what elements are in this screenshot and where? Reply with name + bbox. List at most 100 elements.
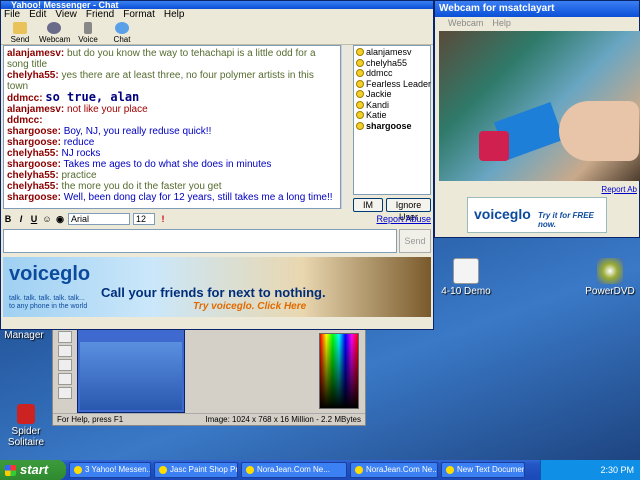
- bold-button[interactable]: B: [3, 214, 13, 224]
- webcam-window: Webcam for msatclayart Webcam Help Repor…: [434, 0, 640, 238]
- message-sender[interactable]: alanjamesv:: [7, 48, 64, 59]
- smiley-icon: [356, 111, 364, 120]
- chat-message-log[interactable]: alanjamesv: but do you know the way to t…: [3, 45, 341, 209]
- smiley-icon: [356, 48, 364, 57]
- task-app-icon: [446, 466, 454, 474]
- message-text: the more you do it the faster you get: [61, 181, 222, 192]
- webcam-menubar: Webcam Help: [435, 17, 639, 29]
- psp-image-window[interactable]: [77, 329, 185, 413]
- document-icon: [453, 258, 479, 284]
- task-app-icon: [246, 466, 254, 474]
- menu-file[interactable]: File: [4, 9, 20, 21]
- color-palette[interactable]: [319, 333, 359, 409]
- desktop-icon-demo[interactable]: 4-10 Demo: [434, 258, 498, 297]
- taskbar-task-button[interactable]: New Text Documen...: [441, 462, 525, 478]
- warning-icon[interactable]: !: [158, 214, 168, 224]
- menu-help[interactable]: Help: [164, 9, 185, 21]
- message-sender[interactable]: ddmcc:: [7, 93, 43, 104]
- message-text: Boy, NJ, you really reduse quick!!: [63, 126, 212, 137]
- webcam-ad-banner[interactable]: voiceglo Try it for FREE now.: [467, 197, 607, 233]
- underline-button[interactable]: U: [29, 214, 39, 224]
- send-file-button[interactable]: Send File: [5, 21, 35, 53]
- emoticon-button[interactable]: ☺: [42, 214, 52, 224]
- message-scrollbar[interactable]: [341, 45, 350, 209]
- chat-user-item[interactable]: alanjamesv: [356, 47, 428, 58]
- voiceglo-ad-banner[interactable]: voiceglo talk. talk. talk. talk. talk...…: [3, 257, 431, 317]
- ignore-user-button[interactable]: Ignore User: [386, 198, 431, 222]
- message-sender[interactable]: shargoose:: [7, 126, 61, 137]
- chat-user-item[interactable]: Kandi: [356, 100, 428, 111]
- send-button[interactable]: Send: [399, 229, 431, 253]
- chat-room-user-list[interactable]: alanjamesv chelyha55 ddmcc Fearless Leader J…: [353, 45, 431, 195]
- start-button[interactable]: start: [0, 460, 66, 480]
- taskbar-task-button[interactable]: Jasc Paint Shop Pr...: [154, 462, 238, 478]
- message-sender[interactable]: chelyha55:: [7, 170, 59, 181]
- desktop-icon-label: Manager: [4, 330, 44, 341]
- move-tool-icon[interactable]: [58, 373, 72, 385]
- chat-user-item[interactable]: ddmcc: [356, 68, 428, 79]
- message-sender[interactable]: alanjamesv:: [7, 104, 64, 115]
- menu-help[interactable]: Help: [492, 17, 511, 29]
- taskbar-tasks: 3 Yahoo! Messen... Jasc Paint Shop Pr... N…: [66, 462, 525, 478]
- taskbar-task-button[interactable]: NoraJean.Com Ne...: [350, 462, 438, 478]
- voice-button[interactable]: Voice: [73, 21, 103, 44]
- magnifier-tool-icon[interactable]: [58, 345, 72, 357]
- report-abuse-link[interactable]: Report Abuse: [376, 214, 431, 224]
- message-sender[interactable]: shargoose:: [7, 159, 61, 170]
- taskbar-task-button[interactable]: 3 Yahoo! Messen...: [69, 462, 151, 478]
- smiley-icon: [356, 79, 364, 88]
- task-label: NoraJean.Com Ne...: [257, 465, 330, 474]
- chat-user-item[interactable]: Jackie: [356, 89, 428, 100]
- webcam-button[interactable]: Webcam: [39, 21, 70, 44]
- chat-user-name: Fearless Leader: [366, 78, 432, 89]
- psp-status-bar: For Help, press F1 Image: 1024 x 768 x 1…: [53, 413, 365, 425]
- webcam-title[interactable]: Webcam for msatclayart: [435, 1, 639, 17]
- chat-user-item[interactable]: chelyha55: [356, 58, 428, 69]
- selection-tool-icon[interactable]: [58, 387, 72, 399]
- ad-tagline: talk. talk. talk. talk. talk... to any p…: [9, 295, 88, 310]
- desktop-icon-label: PowerDVD: [585, 286, 635, 297]
- menu-format[interactable]: Format: [123, 9, 155, 21]
- ad-cta-link[interactable]: Try voiceglo. Click Here: [193, 301, 306, 312]
- message-sender[interactable]: chelyha55:: [7, 181, 59, 192]
- desktop-icon-powerdvd[interactable]: PowerDVD: [578, 258, 640, 297]
- message-sender[interactable]: shargoose:: [7, 137, 61, 148]
- message-text: Well, been dong clay for 12 years, still…: [63, 192, 333, 203]
- clock[interactable]: 2:30 PM: [600, 465, 634, 475]
- chat-user-item[interactable]: Fearless Leader: [356, 78, 432, 90]
- italic-button[interactable]: I: [16, 214, 26, 224]
- menu-friend[interactable]: Friend: [86, 9, 114, 21]
- chat-user-name: chelyha55: [366, 57, 408, 68]
- psp-toolbox: [55, 329, 75, 415]
- font-size-select[interactable]: 12: [133, 213, 155, 225]
- message-text: practice: [61, 170, 97, 181]
- chat-message: ddmcc:: [7, 115, 337, 126]
- message-sender[interactable]: chelyha55:: [7, 70, 59, 81]
- chat-title[interactable]: Yahoo! Messenger - Chat: [1, 1, 433, 9]
- crop-tool-icon[interactable]: [58, 359, 72, 371]
- im-button[interactable]: IM: [353, 198, 383, 212]
- webcam-icon: [47, 22, 61, 34]
- desktop-icon-spider-solitaire[interactable]: Spider Solitaire: [0, 404, 58, 448]
- menu-webcam[interactable]: Webcam: [448, 17, 483, 29]
- message-sender[interactable]: ddmcc:: [7, 115, 43, 126]
- menu-edit[interactable]: Edit: [29, 9, 46, 21]
- smiley-icon: [356, 69, 364, 78]
- chat-user-name: Kandi: [366, 99, 390, 110]
- webcam-report-abuse-link[interactable]: Report Ab: [601, 185, 637, 194]
- font-name-select[interactable]: Arial: [68, 213, 130, 225]
- chat-input[interactable]: [3, 229, 397, 253]
- color-button[interactable]: ◉: [55, 214, 65, 225]
- powerdvd-icon: [597, 258, 623, 284]
- message-sender[interactable]: chelyha55:: [7, 148, 59, 159]
- chat-button[interactable]: Chat: [107, 21, 137, 44]
- menu-view[interactable]: View: [55, 9, 77, 21]
- chat-user-name: Jackie: [366, 89, 392, 99]
- chat-user-item[interactable]: shargoose: [356, 121, 428, 132]
- zoom-tool-icon[interactable]: [58, 331, 72, 343]
- chat-user-item[interactable]: Katie: [356, 110, 428, 121]
- taskbar-task-button[interactable]: NoraJean.Com Ne...: [241, 462, 347, 478]
- desktop-icon-manager[interactable]: Manager: [0, 330, 56, 341]
- smiley-icon: [356, 90, 364, 99]
- message-sender[interactable]: shargoose:: [7, 192, 61, 203]
